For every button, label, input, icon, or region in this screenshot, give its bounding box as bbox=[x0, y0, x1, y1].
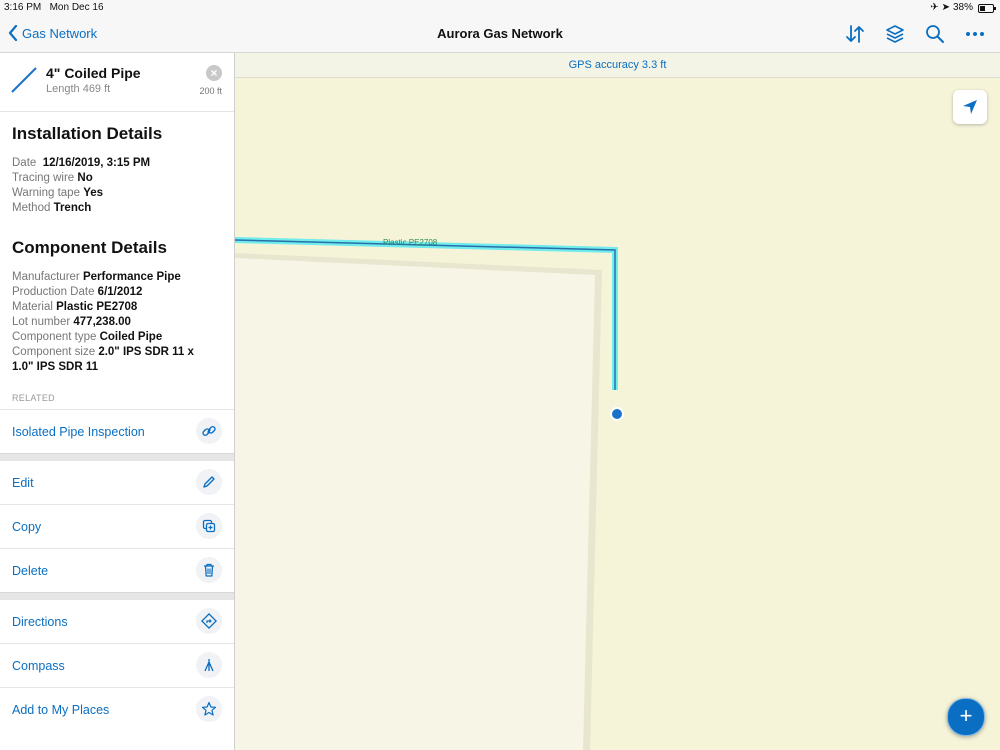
copy-label: Copy bbox=[12, 519, 42, 534]
location-arrow-icon: ➤ bbox=[941, 2, 950, 13]
field-value: 6/1/2012 bbox=[97, 286, 143, 298]
gps-location-dot bbox=[612, 409, 622, 419]
feature-panel: 4" Coiled Pipe Length 469 ft × 200 ft In… bbox=[0, 53, 235, 750]
field-manufacturer: Manufacturer Performance Pipe bbox=[0, 270, 234, 285]
field-label: Component size bbox=[12, 346, 96, 358]
field-label: Component type bbox=[12, 331, 97, 343]
gps-accuracy-banner: GPS accuracy 3.3 ft bbox=[235, 53, 1000, 78]
field-label: Material bbox=[12, 301, 53, 313]
field-production-date: Production Date 6/1/2012 bbox=[0, 285, 234, 300]
locate-button[interactable] bbox=[953, 90, 987, 124]
layers-icon[interactable] bbox=[884, 23, 906, 45]
field-label: Method bbox=[12, 202, 51, 214]
field-label: Manufacturer bbox=[12, 271, 80, 283]
field-value: Plastic PE2708 bbox=[56, 301, 138, 313]
link-icon bbox=[196, 418, 222, 444]
feature-title: 4" Coiled Pipe bbox=[46, 65, 141, 81]
map-view[interactable]: Plastic PE2708 bbox=[235, 78, 1000, 750]
section-divider bbox=[0, 453, 234, 460]
places-label: Add to My Places bbox=[12, 702, 110, 717]
star-icon bbox=[196, 696, 222, 722]
status-time: 3:16 PM bbox=[4, 2, 42, 13]
directions-label: Directions bbox=[12, 614, 68, 629]
installation-fields: Date 12/16/2019, 3:15 PM Tracing wire No… bbox=[0, 156, 234, 216]
status-bar: 3:16 PM Mon Dec 16 ✈ ➤ 38% bbox=[0, 0, 1000, 16]
toolbar-icons bbox=[844, 23, 986, 45]
add-feature-button[interactable]: + bbox=[947, 698, 985, 736]
edit-button[interactable]: Edit bbox=[0, 460, 234, 504]
more-icon[interactable] bbox=[964, 23, 986, 45]
field-value: 477,238.00 bbox=[73, 316, 131, 328]
field-label: Lot number bbox=[12, 316, 71, 328]
edit-label: Edit bbox=[12, 475, 34, 490]
search-icon[interactable] bbox=[924, 23, 946, 45]
feature-distance: 200 ft bbox=[199, 86, 222, 96]
sort-icon[interactable] bbox=[844, 23, 866, 45]
feature-header: 4" Coiled Pipe Length 469 ft × 200 ft bbox=[0, 53, 234, 112]
field-value: Performance Pipe bbox=[82, 271, 181, 283]
compass-label: Compass bbox=[12, 658, 65, 673]
field-label: Tracing wire bbox=[12, 172, 75, 184]
field-date: Date 12/16/2019, 3:15 PM bbox=[0, 156, 234, 171]
field-material: Material Plastic PE2708 bbox=[0, 300, 234, 315]
field-value: No bbox=[77, 172, 93, 184]
compass-icon bbox=[196, 652, 222, 678]
trash-icon bbox=[196, 557, 222, 583]
battery-percent: 38% bbox=[952, 2, 973, 13]
field-value: Trench bbox=[53, 202, 92, 214]
compass-button[interactable]: Compass bbox=[0, 643, 234, 687]
field-component-size: Component size 2.0" IPS SDR 11 x 1.0" IP… bbox=[0, 345, 234, 375]
delete-button[interactable]: Delete bbox=[0, 548, 234, 592]
pencil-icon bbox=[196, 469, 222, 495]
component-heading: Component Details bbox=[12, 238, 167, 257]
navigation-arrow-icon bbox=[963, 100, 977, 114]
field-method: Method Trench bbox=[0, 201, 234, 216]
add-to-my-places-button[interactable]: Add to My Places bbox=[0, 687, 234, 731]
related-isolated-pipe-inspection[interactable]: Isolated Pipe Inspection bbox=[0, 409, 234, 453]
field-tracing-wire: Tracing wire No bbox=[0, 171, 234, 186]
status-date: Mon Dec 16 bbox=[49, 2, 104, 13]
pipe-label: Plastic PE2708 bbox=[383, 238, 438, 247]
component-section: Component Details Manufacturer Performan… bbox=[0, 238, 234, 375]
directions-button[interactable]: Directions bbox=[0, 599, 234, 643]
navigation-bar: Gas Network Aurora Gas Network bbox=[0, 16, 1000, 53]
polyline-icon bbox=[11, 67, 37, 93]
field-lot-number: Lot number 477,238.00 bbox=[0, 315, 234, 330]
field-label: Warning tape bbox=[12, 187, 80, 199]
field-warning-tape: Warning tape Yes bbox=[0, 186, 234, 201]
copy-icon bbox=[196, 513, 222, 539]
delete-label: Delete bbox=[12, 563, 49, 578]
related-heading: RELATED bbox=[12, 393, 55, 403]
field-value: Coiled Pipe bbox=[99, 331, 163, 343]
battery-icon bbox=[978, 3, 996, 13]
directions-icon bbox=[196, 608, 222, 634]
airplane-icon: ✈ bbox=[930, 2, 939, 13]
field-value: Yes bbox=[83, 187, 104, 199]
related-item-label: Isolated Pipe Inspection bbox=[12, 424, 145, 439]
field-label: Production Date bbox=[12, 286, 95, 298]
field-component-type: Component type Coiled Pipe bbox=[0, 330, 234, 345]
section-divider bbox=[0, 592, 234, 599]
installation-heading: Installation Details bbox=[12, 124, 163, 143]
installation-section: Installation Details Date 12/16/2019, 3:… bbox=[0, 124, 234, 216]
status-time-date: 3:16 PM Mon Dec 16 bbox=[4, 0, 104, 16]
copy-button[interactable]: Copy bbox=[0, 504, 234, 548]
map-canvas[interactable]: Plastic PE2708 bbox=[235, 78, 1000, 750]
field-label: Date bbox=[12, 157, 37, 169]
status-right: ✈ ➤ 38% bbox=[930, 0, 996, 16]
close-button[interactable]: × bbox=[206, 65, 222, 81]
feature-length: Length 469 ft bbox=[46, 83, 111, 95]
component-fields: Manufacturer Performance Pipe Production… bbox=[0, 270, 234, 375]
field-value: 12/16/2019, 3:15 PM bbox=[42, 157, 151, 169]
